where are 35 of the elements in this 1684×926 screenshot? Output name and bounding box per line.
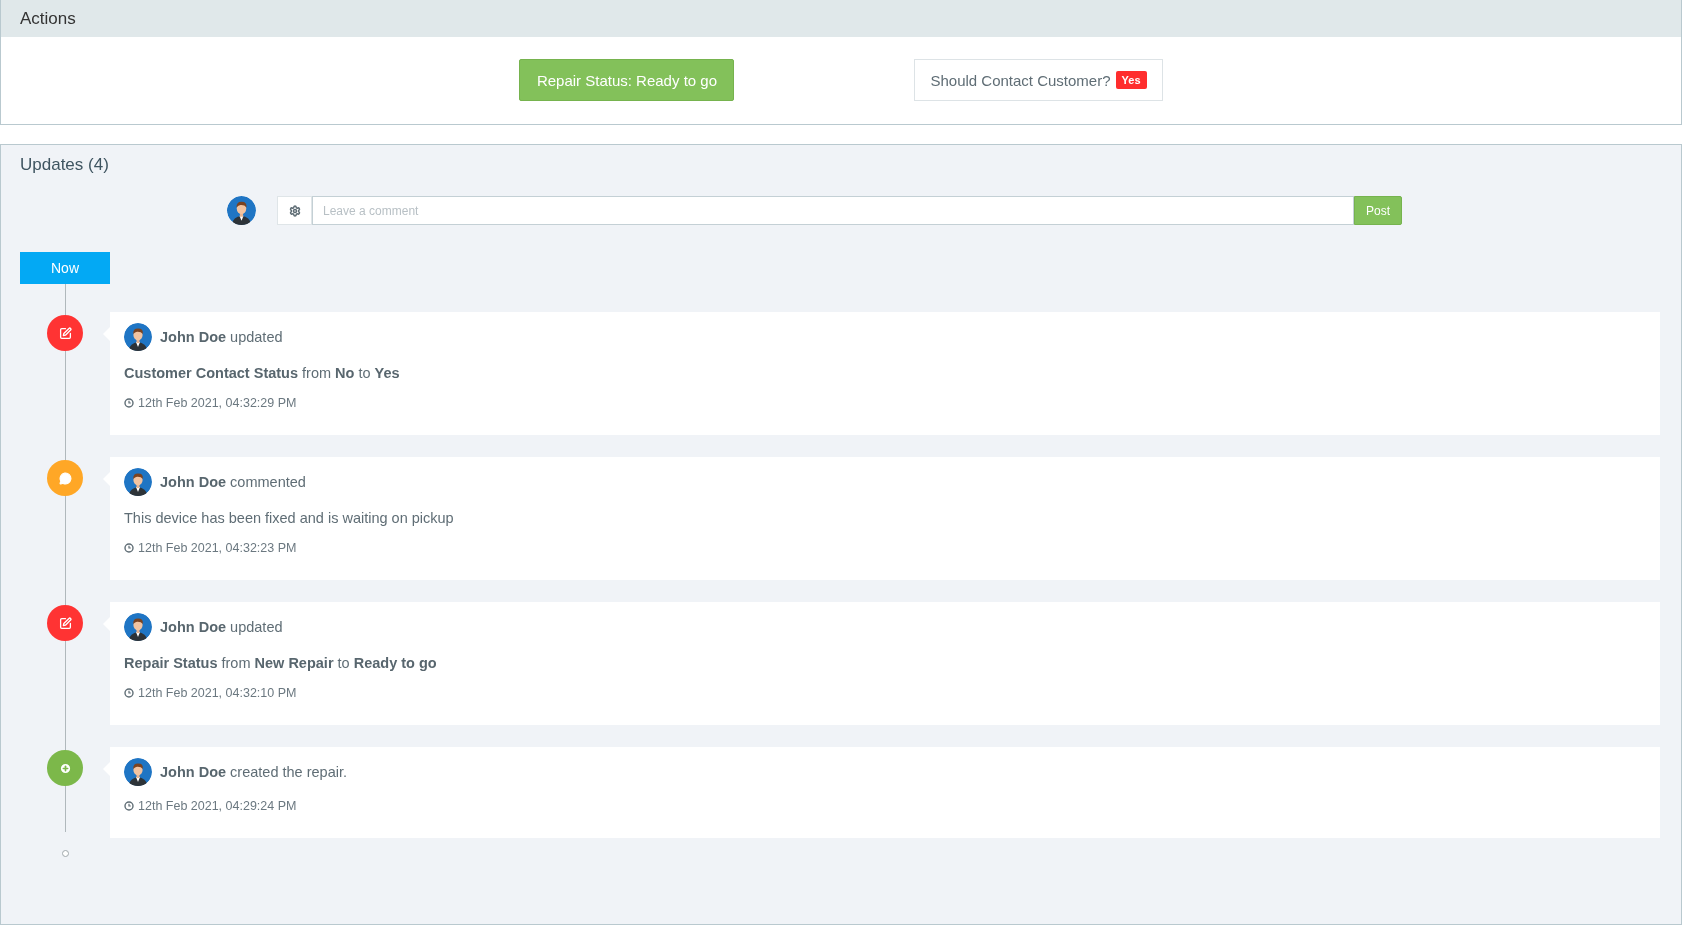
avatar-icon	[124, 323, 152, 351]
clock-icon	[124, 543, 134, 553]
avatar-icon	[227, 196, 256, 225]
now-label: Now	[20, 252, 110, 284]
repair-status-button[interactable]: Repair Status: Ready to go	[519, 59, 735, 101]
timeline-end-dot	[61, 850, 69, 857]
contact-customer-label: Should Contact Customer?	[930, 71, 1111, 89]
event-header: John Doe updated	[160, 329, 283, 345]
clock-icon	[124, 688, 134, 698]
timestamp: 12th Feb 2021, 04:29:24 PM	[138, 798, 297, 815]
avatar-icon	[124, 468, 152, 496]
settings-button[interactable]	[277, 196, 312, 225]
event-text: Customer Contact Status from No to Yes	[124, 364, 401, 383]
event-header: John Doe updated	[160, 619, 283, 635]
timestamp: 12th Feb 2021, 04:32:10 PM	[138, 685, 297, 702]
edit-icon	[58, 616, 72, 630]
avatar-icon	[124, 758, 152, 786]
edit-icon	[58, 326, 72, 340]
event-header: John Doe commented	[160, 474, 306, 490]
comment-field[interactable]: Leave a comment	[312, 196, 1354, 225]
avatar-icon	[124, 613, 152, 641]
event-header: John Doe created the repair.	[160, 764, 347, 780]
plus-icon	[58, 761, 72, 775]
event-text: This device has been fixed and is waiting on pickup	[124, 509, 455, 528]
clock-icon	[124, 398, 134, 408]
event-text: Repair Status from New Repair to Ready to go	[124, 654, 438, 673]
timestamp: 12th Feb 2021, 04:32:29 PM	[138, 395, 297, 412]
timestamp: 12th Feb 2021, 04:32:23 PM	[138, 540, 297, 557]
status-badge: Yes	[1115, 71, 1147, 89]
panel-title: Actions	[20, 8, 76, 29]
settings-icon	[288, 204, 301, 217]
comment-icon	[58, 471, 72, 485]
post-button[interactable]: Post	[1354, 196, 1402, 225]
panel-title: Updates (4)	[20, 154, 110, 176]
clock-icon	[124, 801, 134, 811]
